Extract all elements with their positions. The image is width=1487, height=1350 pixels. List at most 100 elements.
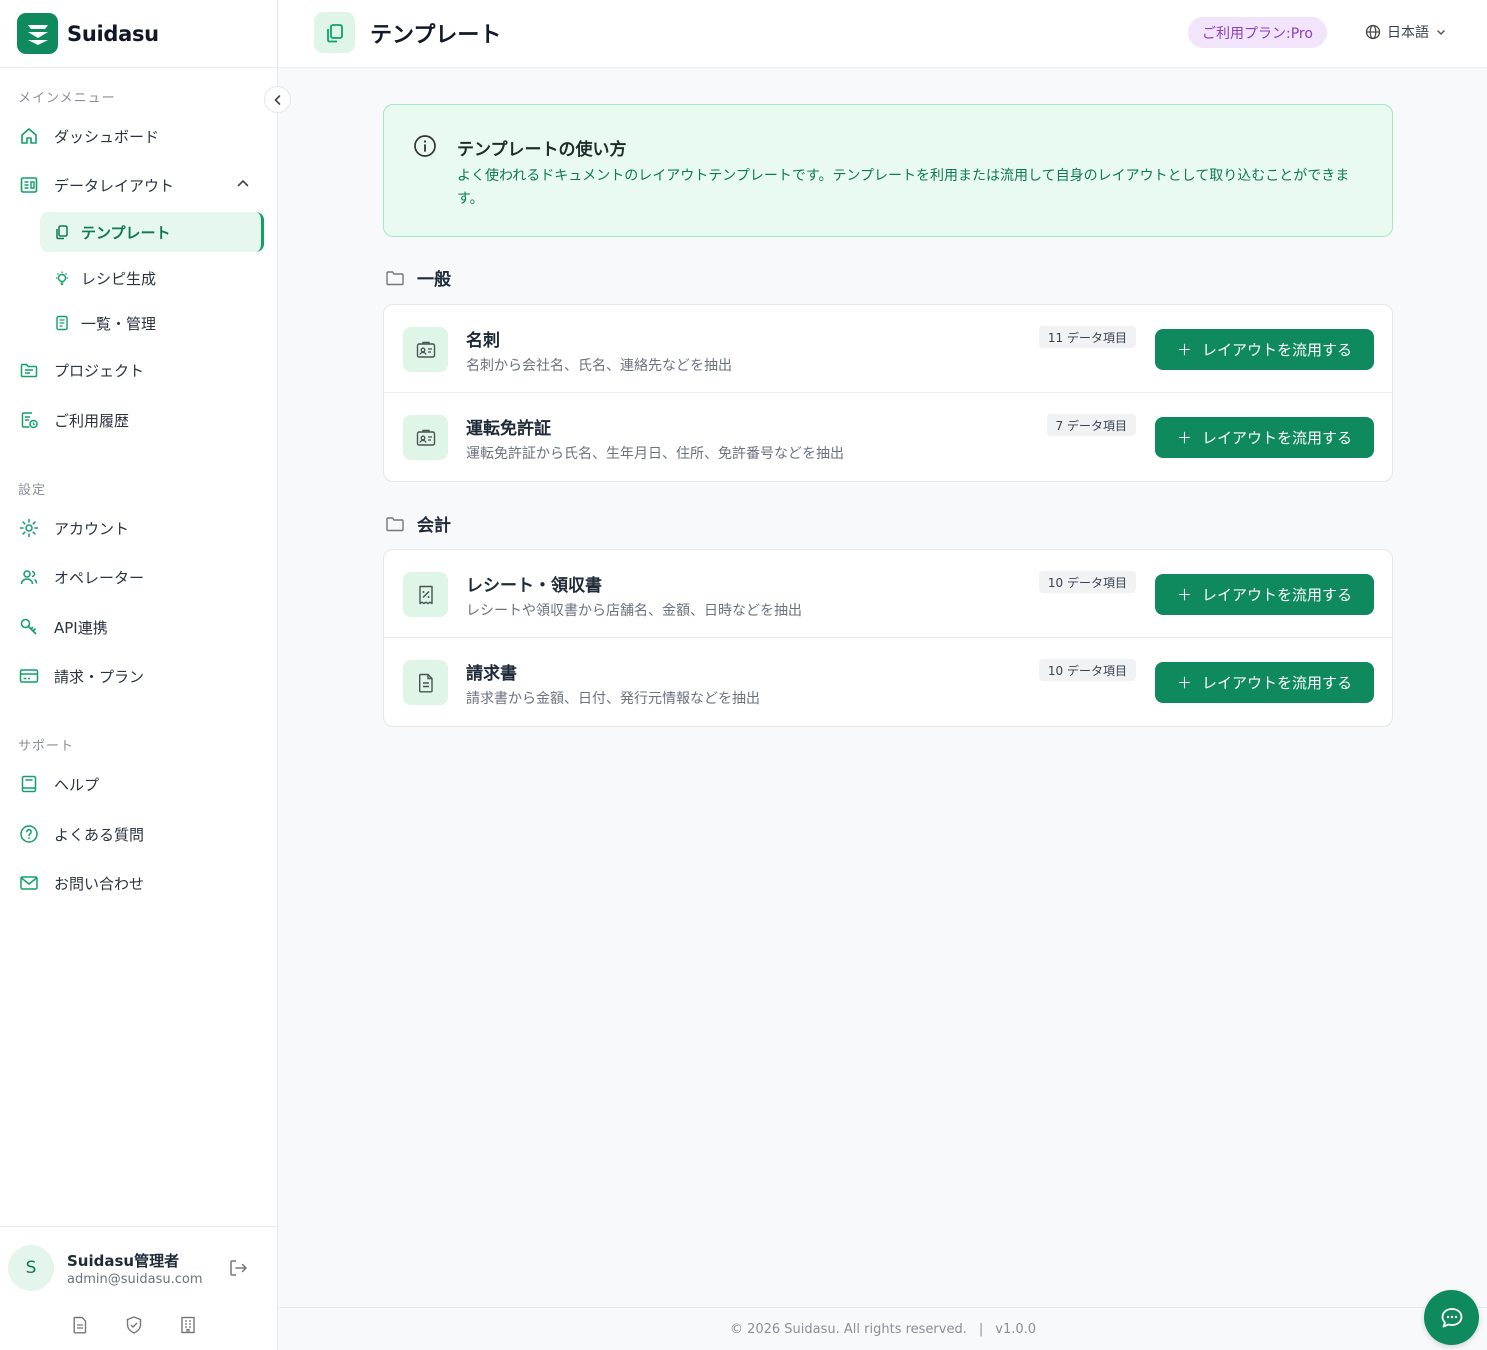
nav-operator-label: オペレーター [54, 568, 145, 587]
collapse-sidebar-button[interactable] [264, 86, 291, 113]
info-box: テンプレートの使い方 よく使われるドキュメントのレイアウトテンプレートです。テン… [383, 104, 1393, 237]
folder-icon [386, 270, 404, 285]
avatar[interactable]: S [8, 1245, 54, 1291]
brand[interactable]: Suidasu [0, 0, 277, 68]
apply-layout-button[interactable]: ＋ レイアウトを流用する [1155, 417, 1374, 458]
template-desc: 請求書から金額、日付、発行元情報などを抽出 [466, 691, 760, 707]
nav-help[interactable]: ヘルプ [18, 764, 264, 804]
brand-logo-icon [17, 13, 58, 54]
nav-account-label: アカウント [54, 519, 130, 538]
plus-icon: ＋ [1176, 341, 1192, 359]
plus-icon: ＋ [1176, 586, 1192, 604]
topbar: テンプレート ご利用プラン:Pro 日本語 [279, 0, 1487, 68]
nav-history-label: ご利用履歴 [54, 411, 130, 430]
privacy-shield-icon[interactable] [124, 1315, 144, 1339]
id-card-icon [403, 327, 448, 372]
nav-data-layout[interactable]: データレイアウト [18, 165, 264, 205]
template-card-general: 名刺 名刺から会社名、氏名、連絡先などを抽出 11 データ項目 ＋ レイアウトを流… [383, 304, 1393, 482]
nav-project-label: プロジェクト [54, 361, 145, 380]
users-icon [18, 566, 40, 588]
chat-bubble-icon [1441, 1307, 1462, 1327]
nav-sub-template-label: テンプレート [81, 223, 171, 242]
key-icon [18, 616, 40, 638]
nav-contact-label: お問い合わせ [54, 874, 145, 893]
nav-billing-label: 請求・プラン [54, 667, 145, 686]
user-email: admin@suidasu.com [67, 1272, 203, 1287]
apply-layout-label: レイアウトを流用する [1202, 674, 1353, 692]
nav-operator[interactable]: オペレーター [18, 557, 264, 597]
plus-icon: ＋ [1176, 674, 1192, 692]
group-heading-accounting: 会計 [385, 511, 451, 536]
language-label: 日本語 [1387, 25, 1429, 41]
nav-sub-list-label: 一覧・管理 [81, 314, 157, 333]
brand-name: Suidasu [67, 21, 159, 46]
logout-button[interactable] [227, 1257, 249, 1283]
credit-card-icon [18, 665, 40, 687]
mail-icon [18, 872, 40, 894]
apply-layout-button[interactable]: ＋ レイアウトを流用する [1155, 662, 1374, 703]
nav-sub-template[interactable]: テンプレート [40, 212, 264, 252]
template-title: レシート・領収書 [466, 576, 602, 596]
apply-layout-label: レイアウトを流用する [1202, 429, 1353, 447]
template-title: 運転免許証 [466, 419, 551, 439]
nav-faq[interactable]: よくある質問 [18, 814, 264, 854]
company-building-icon[interactable] [178, 1315, 198, 1339]
template-row: レシート・領収書 レシートや領収書から店舗名、金額、日時などを抽出 10 データ… [384, 550, 1392, 638]
nav-history[interactable]: ご利用履歴 [18, 400, 264, 440]
copy-icon [53, 223, 71, 241]
apply-layout-label: レイアウトを流用する [1202, 586, 1353, 604]
chevron-up-icon [237, 179, 249, 187]
language-selector[interactable]: 日本語 [1365, 22, 1447, 42]
nav-sub-recipe-label: レシピ生成 [81, 269, 157, 288]
plan-badge[interactable]: ご利用プラン:Pro [1188, 17, 1327, 48]
info-icon [413, 134, 437, 162]
logout-icon [230, 1260, 248, 1276]
apply-layout-button[interactable]: ＋ レイアウトを流用する [1155, 329, 1374, 370]
template-row: 請求書 請求書から金額、日付、発行元情報などを抽出 10 データ項目 ＋ レイアウ… [384, 638, 1392, 726]
template-desc: 名刺から会社名、氏名、連絡先などを抽出 [466, 358, 732, 374]
history-doc-icon [18, 409, 40, 431]
book-icon [18, 773, 40, 795]
globe-icon [1365, 24, 1381, 40]
nav-account[interactable]: アカウント [18, 508, 264, 548]
user-name: Suidasu管理者 [67, 1252, 180, 1270]
group-name: 一般 [417, 270, 451, 290]
nav-billing[interactable]: 請求・プラン [18, 656, 264, 696]
id-card-icon [403, 415, 448, 460]
user-area: S Suidasu管理者 admin@suidasu.com [0, 1226, 278, 1350]
nav-project[interactable]: プロジェクト [18, 350, 264, 390]
layout-icon [18, 174, 40, 196]
chevron-down-icon [1437, 30, 1445, 35]
nav-dashboard-label: ダッシュボード [54, 127, 160, 146]
copyright: © 2026 Suidasu. All rights reserved. [729, 1321, 967, 1337]
group-name: 会計 [417, 516, 451, 536]
template-desc: レシートや領収書から店舗名、金額、日時などを抽出 [466, 603, 802, 619]
nav-contact[interactable]: お問い合わせ [18, 863, 264, 903]
section-label-settings: 設定 [18, 483, 47, 498]
template-row: 運転免許証 運転免許証から氏名、生年月日、住所、免許番号などを抽出 7 データ項… [384, 393, 1392, 481]
footer-separator: | [978, 1321, 984, 1337]
folder-icon [18, 359, 40, 381]
copy-icon [314, 12, 355, 53]
nav-help-label: ヘルプ [54, 775, 100, 794]
field-count-badge: 10 データ項目 [1038, 571, 1136, 593]
gear-icon [18, 517, 40, 539]
apply-layout-button[interactable]: ＋ レイアウトを流用する [1155, 574, 1374, 615]
chat-button[interactable] [1424, 1290, 1479, 1345]
section-label-main: メインメニュー [18, 91, 116, 106]
nav-sub-recipe[interactable]: レシピ生成 [40, 258, 264, 298]
nav-sub-list[interactable]: 一覧・管理 [40, 303, 264, 343]
nav-faq-label: よくある質問 [54, 825, 145, 844]
plus-icon: ＋ [1176, 429, 1192, 447]
template-title: 名刺 [466, 331, 500, 351]
nav-api-label: API連携 [54, 618, 108, 637]
folder-icon [386, 516, 404, 531]
apply-layout-label: レイアウトを流用する [1202, 341, 1353, 359]
group-heading-general: 一般 [385, 265, 451, 290]
nav-dashboard[interactable]: ダッシュボード [18, 116, 264, 156]
field-count-badge: 10 データ項目 [1038, 659, 1136, 681]
template-card-accounting: レシート・領収書 レシートや領収書から店舗名、金額、日時などを抽出 10 データ… [383, 549, 1393, 727]
nav-api[interactable]: API連携 [18, 607, 264, 647]
field-count-badge: 11 データ項目 [1038, 326, 1136, 348]
terms-doc-icon[interactable] [70, 1315, 90, 1339]
